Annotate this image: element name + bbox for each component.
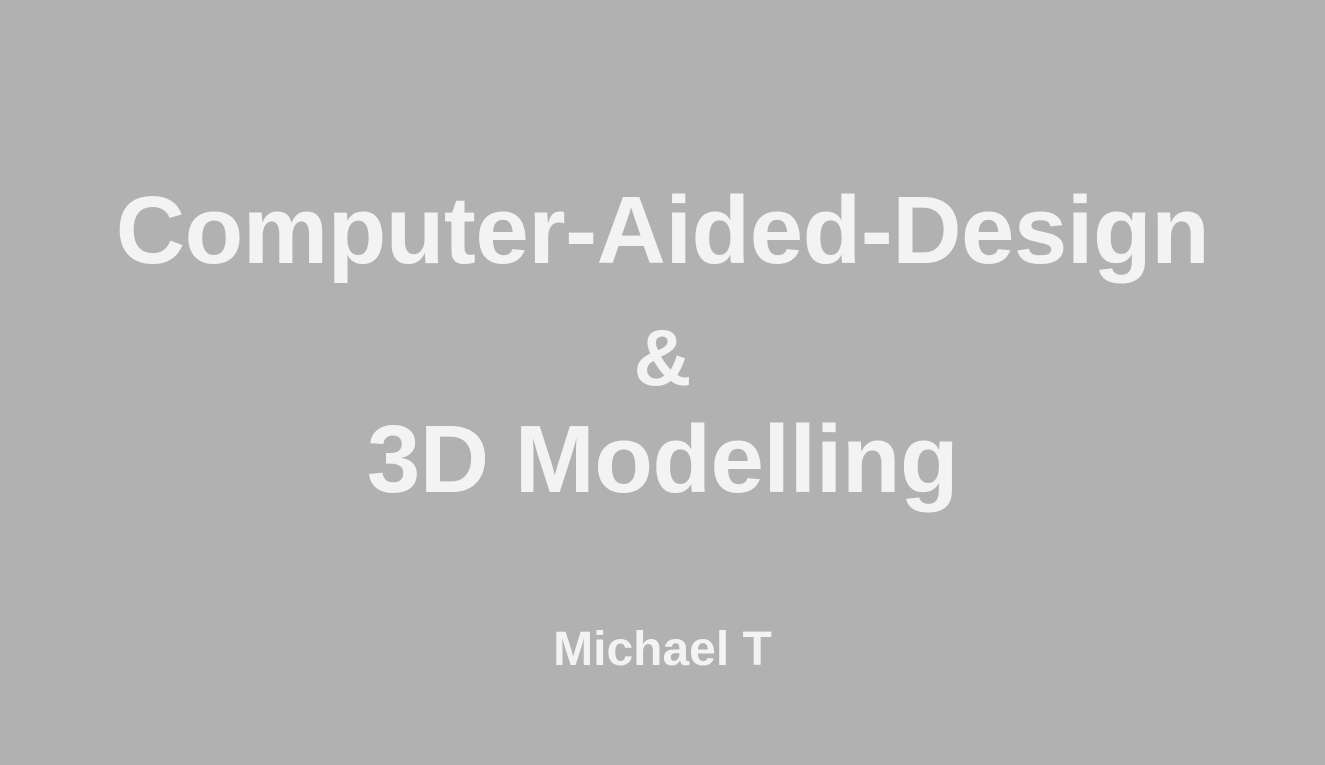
title-line-1: Computer-Aided-Design: [115, 177, 1210, 284]
title-slide: Computer-Aided-Design & 3D Modelling Mic…: [0, 0, 1325, 765]
author-name: Michael T: [553, 623, 772, 676]
title-line-3: 3D Modelling: [366, 406, 959, 513]
title-ampersand: &: [633, 313, 692, 402]
